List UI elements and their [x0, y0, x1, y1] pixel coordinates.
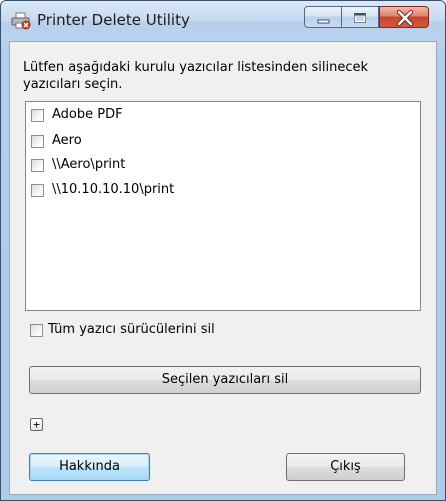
printer-checkbox[interactable]	[31, 135, 44, 148]
printer-checkbox[interactable]	[31, 184, 44, 197]
list-item[interactable]: Aero	[31, 132, 411, 152]
instruction-text: Lütfen aşağıdaki kurulu yazıcılar listes…	[23, 60, 369, 92]
list-item[interactable]: \\Aero\print	[31, 156, 411, 176]
maximize-button[interactable]	[342, 6, 379, 28]
printer-checkbox[interactable]	[31, 159, 44, 172]
expand-toggle[interactable]: +	[30, 418, 43, 431]
title-bar[interactable]: Printer Delete Utility	[1, 1, 445, 41]
printer-delete-icon	[11, 12, 31, 30]
printer-label: Aero	[52, 133, 82, 148]
list-item[interactable]: \\10.10.10.10\print	[31, 181, 411, 201]
delete-drivers-label: Tüm yazıcı sürücülerini sil	[48, 322, 215, 337]
printer-label: \\Aero\print	[52, 157, 126, 172]
printer-checkbox[interactable]	[31, 109, 44, 122]
exit-button[interactable]: Çıkış	[286, 453, 405, 481]
close-button[interactable]	[379, 6, 429, 28]
printer-label: \\10.10.10.10\print	[52, 182, 175, 197]
window-title: Printer Delete Utility	[37, 11, 190, 29]
delete-drivers-checkbox[interactable]	[30, 324, 43, 337]
minimize-button[interactable]	[304, 6, 342, 28]
printer-label: Adobe PDF	[52, 107, 123, 122]
about-button[interactable]: Hakkında	[29, 453, 150, 481]
app-window: Printer Delete Utility Lütfen aşağıdaki …	[0, 0, 446, 501]
delete-drivers-option[interactable]: Tüm yazıcı sürücülerini sil	[30, 321, 330, 341]
plus-icon: +	[33, 418, 40, 431]
remove-selected-button[interactable]: Seçilen yazıcıları sil	[29, 366, 421, 394]
list-item[interactable]: Adobe PDF	[31, 106, 411, 126]
printer-list[interactable]: Adobe PDF Aero \\Aero\print \\10.10.10.1…	[25, 101, 421, 311]
